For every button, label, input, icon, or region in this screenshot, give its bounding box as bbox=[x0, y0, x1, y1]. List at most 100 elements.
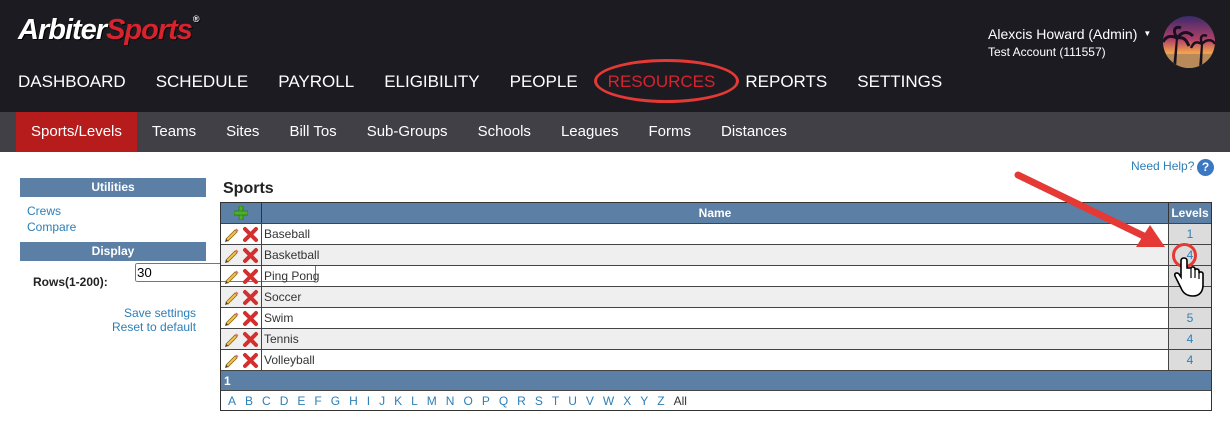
subnav-schools[interactable]: Schools bbox=[463, 112, 546, 152]
nav-payroll[interactable]: PAYROLL bbox=[278, 72, 354, 94]
letter-filter-link[interactable]: C bbox=[262, 391, 271, 410]
levels-link[interactable]: 4 bbox=[1169, 329, 1211, 349]
letter-filter-link[interactable]: S bbox=[535, 391, 543, 410]
subnav-sports-levels[interactable]: Sports/Levels bbox=[16, 112, 137, 152]
compare-link[interactable]: Compare bbox=[27, 220, 206, 234]
letter-filter-link[interactable]: J bbox=[379, 391, 385, 410]
edit-pencil-icon[interactable] bbox=[223, 247, 240, 264]
table-row: Tennis 4 bbox=[221, 328, 1211, 349]
letter-filter-link[interactable]: X bbox=[623, 391, 631, 410]
edit-pencil-icon[interactable] bbox=[223, 331, 240, 348]
subnav-distances[interactable]: Distances bbox=[706, 112, 802, 152]
nav-dashboard[interactable]: DASHBOARD bbox=[18, 72, 126, 94]
letter-filter-link[interactable]: K bbox=[394, 391, 402, 410]
crews-link[interactable]: Crews bbox=[27, 204, 206, 218]
row-actions bbox=[221, 224, 262, 244]
subnav-bill-tos[interactable]: Bill Tos bbox=[274, 112, 351, 152]
main-navigation: DASHBOARD SCHEDULE PAYROLL ELIGIBILITY P… bbox=[18, 72, 972, 94]
letter-filter-link[interactable]: O bbox=[463, 391, 472, 410]
display-header: Display bbox=[20, 242, 206, 261]
table-row: Soccer bbox=[221, 286, 1211, 307]
edit-pencil-icon[interactable] bbox=[223, 310, 240, 327]
table-row: Swim 5 bbox=[221, 307, 1211, 328]
pointer-hand-icon bbox=[1174, 257, 1204, 297]
delete-x-icon[interactable] bbox=[242, 352, 259, 369]
subnav-sub-groups[interactable]: Sub-Groups bbox=[352, 112, 463, 152]
edit-pencil-icon[interactable] bbox=[223, 289, 240, 306]
letter-filter-link[interactable]: D bbox=[280, 391, 289, 410]
letter-filter-link[interactable]: B bbox=[245, 391, 253, 410]
resources-highlight-circle bbox=[594, 59, 739, 103]
plus-icon[interactable] bbox=[234, 206, 248, 220]
row-actions bbox=[221, 308, 262, 328]
nav-schedule[interactable]: SCHEDULE bbox=[156, 72, 249, 94]
row-actions bbox=[221, 287, 262, 307]
delete-x-icon[interactable] bbox=[242, 331, 259, 348]
letter-filter-link[interactable]: U bbox=[568, 391, 577, 410]
edit-pencil-icon[interactable] bbox=[223, 226, 240, 243]
user-menu[interactable]: Alexcis Howard (Admin) ▼ Test Account (11… bbox=[988, 26, 1151, 59]
sport-name: Ping Pong bbox=[262, 266, 1169, 286]
delete-x-icon[interactable] bbox=[242, 247, 259, 264]
letter-filter-link[interactable]: G bbox=[331, 391, 340, 410]
delete-x-icon[interactable] bbox=[242, 226, 259, 243]
nav-eligibility[interactable]: ELIGIBILITY bbox=[384, 72, 479, 94]
caret-down-icon[interactable]: ▼ bbox=[1143, 29, 1151, 38]
annotation-arrow bbox=[1014, 171, 1165, 247]
left-sidebar: Utilities Crews Compare Display Rows(1-2… bbox=[20, 178, 316, 301]
letter-filter-link[interactable]: T bbox=[552, 391, 559, 410]
help-icon[interactable]: ? bbox=[1197, 159, 1214, 176]
rows-setting: Rows(1-200): bbox=[20, 261, 316, 301]
arbitersports-logo[interactable]: ArbiterSports® bbox=[18, 14, 200, 47]
sport-name: Tennis bbox=[262, 329, 1169, 349]
avatar[interactable] bbox=[1163, 16, 1215, 68]
letter-filter-link[interactable]: Y bbox=[640, 391, 648, 410]
letter-filter-link[interactable]: F bbox=[314, 391, 321, 410]
letter-filter-link[interactable]: H bbox=[349, 391, 358, 410]
delete-x-icon[interactable] bbox=[242, 289, 259, 306]
row-actions bbox=[221, 350, 262, 370]
letter-filter-link[interactable]: P bbox=[482, 391, 490, 410]
row-actions bbox=[221, 245, 262, 265]
letter-filter-link[interactable]: A bbox=[228, 391, 236, 410]
letter-filter-link[interactable]: L bbox=[411, 391, 418, 410]
delete-x-icon[interactable] bbox=[242, 268, 259, 285]
edit-pencil-icon[interactable] bbox=[223, 352, 240, 369]
letter-filter-link[interactable]: R bbox=[517, 391, 526, 410]
nav-reports[interactable]: REPORTS bbox=[745, 72, 827, 94]
page-number[interactable]: 1 bbox=[221, 370, 1211, 390]
letter-filter-link[interactable]: W bbox=[603, 391, 614, 410]
letter-filter-link[interactable]: Q bbox=[499, 391, 508, 410]
letter-filter-link[interactable]: N bbox=[446, 391, 455, 410]
levels-link[interactable]: 4 bbox=[1169, 350, 1211, 370]
utilities-header: Utilities bbox=[20, 178, 206, 197]
sub-navigation: Sports/Levels Teams Sites Bill Tos Sub-G… bbox=[0, 112, 1230, 152]
subnav-forms[interactable]: Forms bbox=[634, 112, 707, 152]
account-name: Test Account (111557) bbox=[988, 45, 1106, 59]
delete-x-icon[interactable] bbox=[242, 310, 259, 327]
letter-filter-link[interactable]: I bbox=[367, 391, 370, 410]
subnav-leagues[interactable]: Leagues bbox=[546, 112, 634, 152]
table-row: Volleyball 4 bbox=[221, 349, 1211, 370]
subnav-sites[interactable]: Sites bbox=[211, 112, 274, 152]
all-filter-link[interactable]: All bbox=[674, 391, 687, 410]
sport-name: Soccer bbox=[262, 287, 1169, 307]
letter-filter-link[interactable]: Z bbox=[657, 391, 664, 410]
top-header: ArbiterSports® Alexcis Howard (Admin) ▼ T… bbox=[0, 0, 1230, 112]
alphabet-filter: A B C D E F G H I J K L M N O P Q R S T U V W X Y Z All bbox=[221, 390, 1211, 410]
add-sport-button[interactable] bbox=[221, 203, 262, 223]
levels-link[interactable]: 5 bbox=[1169, 308, 1211, 328]
page-title: Sports bbox=[223, 180, 274, 197]
nav-people[interactable]: PEOPLE bbox=[510, 72, 578, 94]
nav-settings[interactable]: SETTINGS bbox=[857, 72, 942, 94]
user-name[interactable]: Alexcis Howard (Admin) bbox=[988, 26, 1137, 42]
subnav-teams[interactable]: Teams bbox=[137, 112, 211, 152]
row-actions bbox=[221, 266, 262, 286]
sport-name: Volleyball bbox=[262, 350, 1169, 370]
letter-filter-link[interactable]: M bbox=[427, 391, 437, 410]
table-row: Ping Pong bbox=[221, 265, 1211, 286]
edit-pencil-icon[interactable] bbox=[223, 268, 240, 285]
letter-filter-link[interactable]: V bbox=[586, 391, 594, 410]
letter-filter-link[interactable]: E bbox=[297, 391, 305, 410]
sport-name: Swim bbox=[262, 308, 1169, 328]
